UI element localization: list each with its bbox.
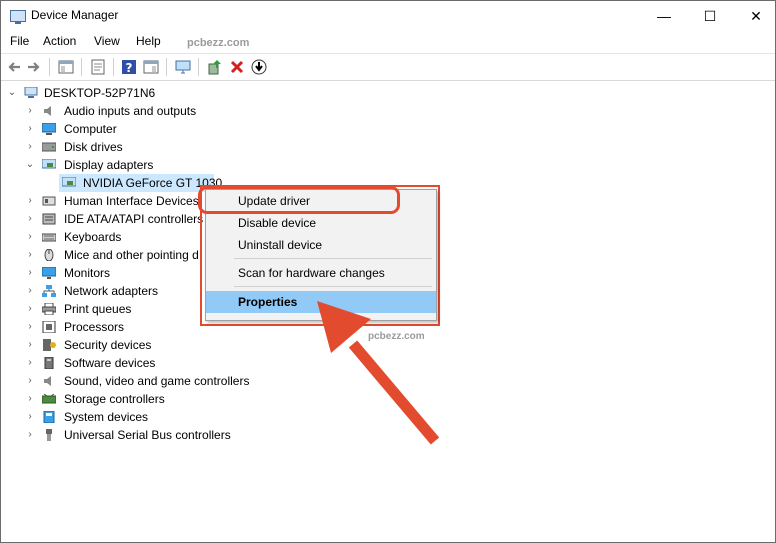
annotation-arrow-icon [317,301,440,445]
device-manager-window: Device Manager — ☐ ✕ File Action View He… [0,0,776,543]
